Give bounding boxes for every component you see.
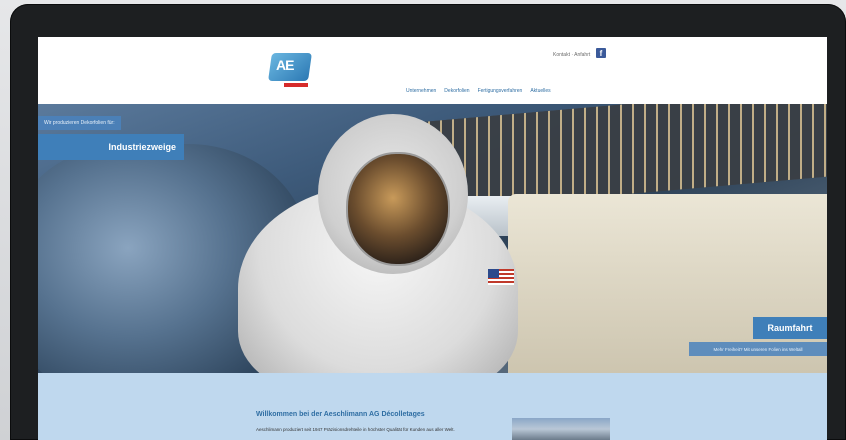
contact-link[interactable]: Kontakt · Anfahrt — [553, 52, 590, 58]
hero-subtitle-left: Wir produzieren Dekorfolien für: — [38, 116, 121, 130]
nav-item-fertigungsverfahren[interactable]: Fertigungsverfahren — [478, 88, 523, 94]
us-flag-icon — [488, 269, 514, 285]
main-nav: Unternehmen Dekorfolien Fertigungsverfah… — [406, 88, 551, 94]
nav-item-unternehmen[interactable]: Unternehmen — [406, 88, 436, 94]
monitor-screen: AE Kontakt · Anfahrt f Unternehmen Dekor… — [38, 37, 827, 440]
nav-item-dekorfolien[interactable]: Dekorfolien — [444, 88, 469, 94]
content-thumbnail[interactable] — [512, 418, 610, 440]
nav-item-aktuelles[interactable]: Aktuelles — [530, 88, 550, 94]
hero-subtitle-right: Mehr Freiheit? Mit unseren Folien ins We… — [689, 342, 827, 356]
facebook-icon[interactable]: f — [596, 48, 606, 58]
industry-button[interactable]: Industriezweige — [38, 134, 184, 160]
site-header: AE Kontakt · Anfahrt f Unternehmen Dekor… — [38, 37, 827, 104]
hero-banner: Wir produzieren Dekorfolien für: Industr… — [38, 104, 827, 373]
welcome-text: Aeschlimann produziert seit 1947 Präzisi… — [256, 427, 455, 432]
space-button[interactable]: Raumfahrt — [753, 317, 827, 339]
company-logo[interactable]: AE — [266, 51, 314, 91]
welcome-title: Willkommen bei der Aeschlimann AG Décoll… — [256, 411, 425, 418]
welcome-section: Willkommen bei der Aeschlimann AG Décoll… — [38, 373, 827, 440]
astronaut-image — [228, 114, 538, 373]
